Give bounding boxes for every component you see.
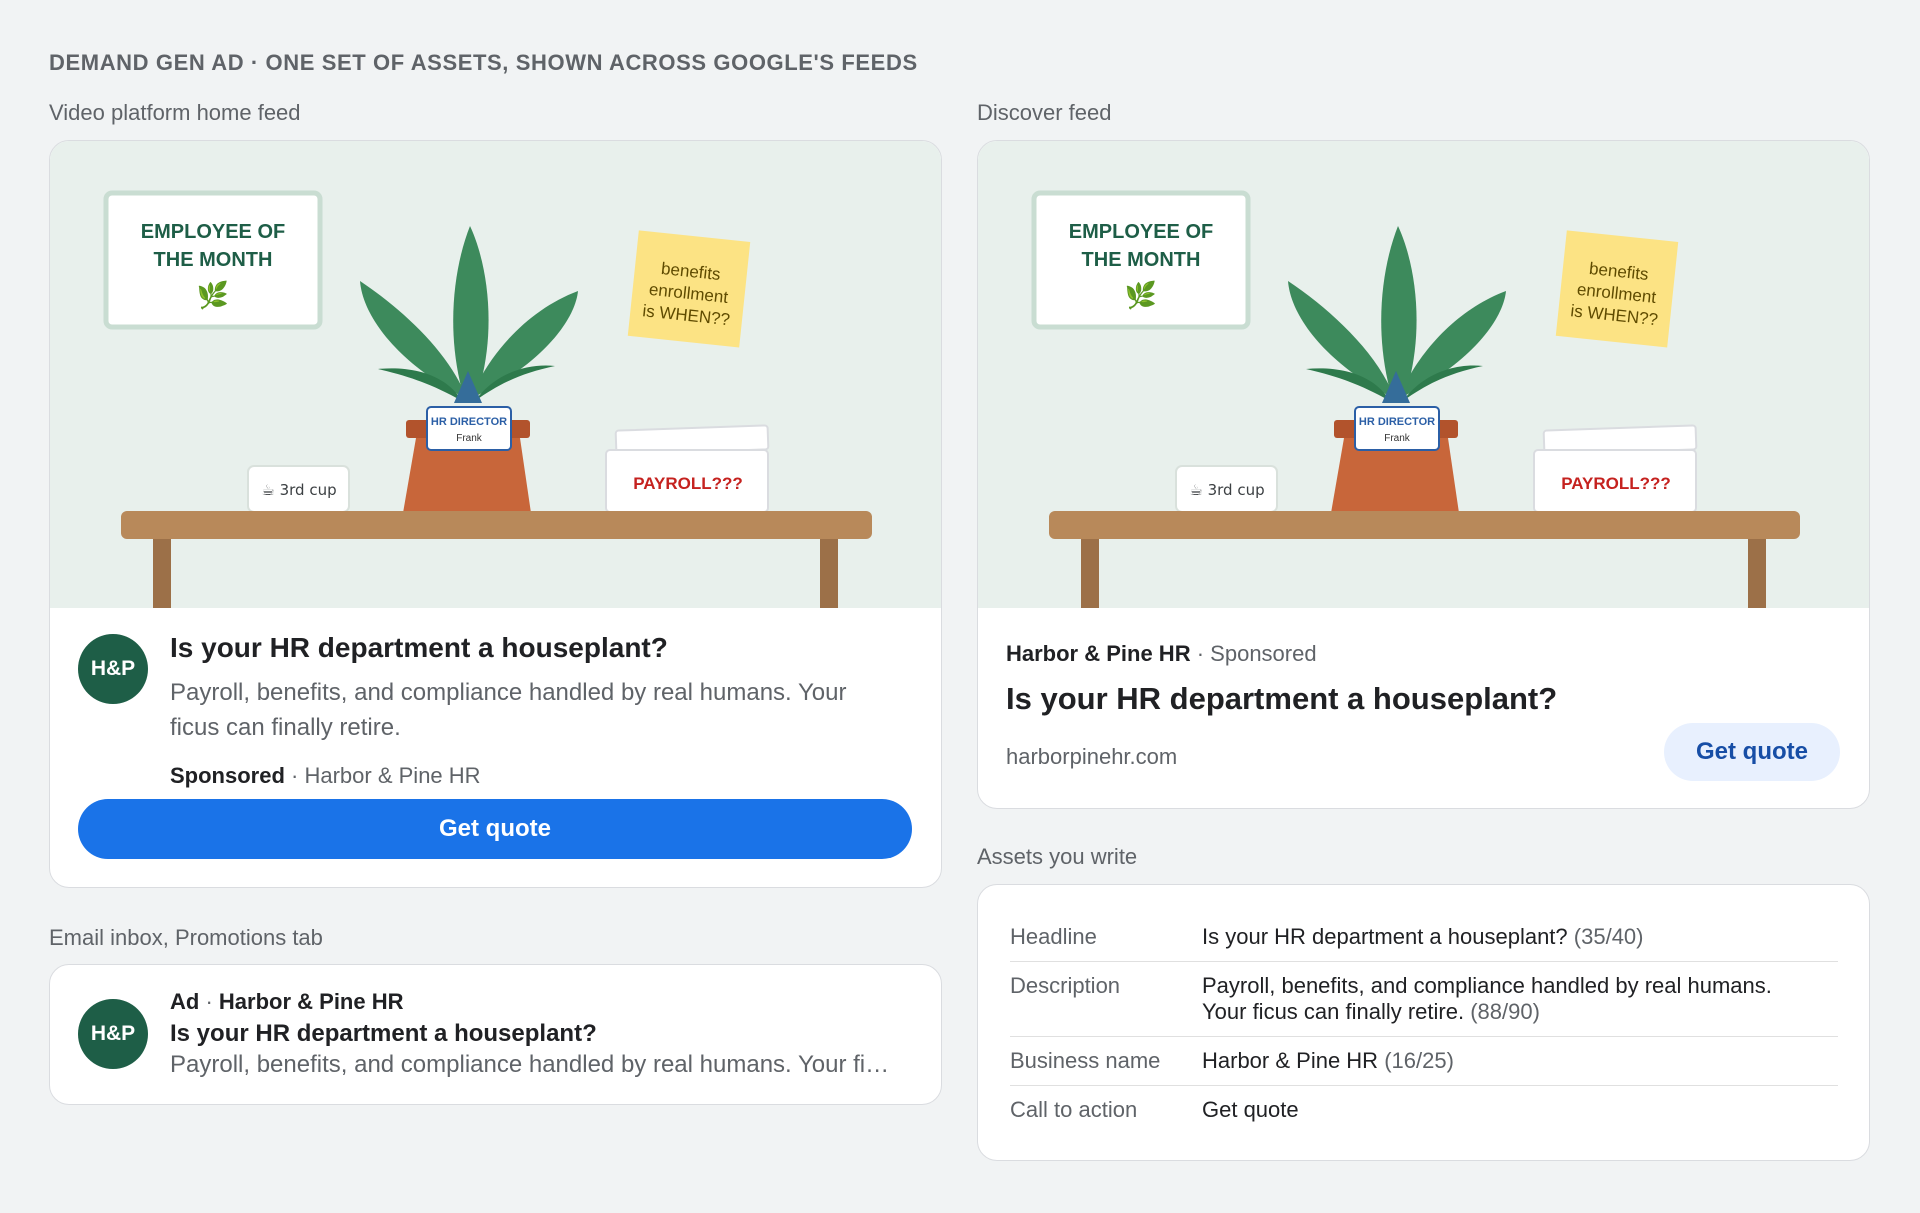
email-sender-line: Ad · Harbor & Pine HR xyxy=(170,989,404,1015)
row-divider xyxy=(1010,1085,1838,1086)
meta-separator: · xyxy=(1196,641,1205,666)
ad-description: Payroll, benefits, and compliance handle… xyxy=(170,679,847,741)
get-quote-button[interactable]: Get quote xyxy=(78,799,912,859)
badge-name: Frank xyxy=(456,433,483,444)
asset-key: Description xyxy=(1010,973,1121,998)
ad-illustration: EMPLOYEE OF THE MONTH 🌿 benefits enrollm… xyxy=(50,141,941,608)
asset-value: Is your HR department a houseplant? (35/… xyxy=(1202,924,1822,950)
asset-char-count: (35/40) xyxy=(1573,924,1644,949)
employee-frame: EMPLOYEE OF THE MONTH 🌿 xyxy=(103,190,323,330)
advertiser-logo: H&P xyxy=(78,634,148,704)
asset-key: Business name xyxy=(1010,1048,1161,1073)
email-ad-card[interactable]: H&P Ad · Harbor & Pine HR Is your HR dep… xyxy=(49,964,942,1105)
asset-key: Headline xyxy=(1010,924,1097,949)
advertiser-logo: H&P xyxy=(78,999,148,1069)
hr-director-badge: HR DIRECTOR Frank xyxy=(426,406,512,451)
asset-value: Harbor & Pine HR (16/25) xyxy=(1202,1048,1822,1074)
ad-headline[interactable]: Is your HR department a houseplant? xyxy=(170,632,668,664)
leaf-icon: 🌿 xyxy=(1125,280,1157,311)
asset-value-text: Is your HR department a houseplant? xyxy=(1202,924,1568,949)
video-feed-ad-card[interactable]: EMPLOYEE OF THE MONTH 🌿 benefits enrollm… xyxy=(49,140,942,888)
frame-text-2: THE MONTH xyxy=(154,249,273,271)
asset-key: Call to action xyxy=(1010,1097,1138,1122)
frame-text-2: THE MONTH xyxy=(1082,249,1201,271)
business-name: Harbor & Pine HR xyxy=(304,763,481,788)
discover-ad-card[interactable]: EMPLOYEE OF THE MONTH 🌿 benefits enrollm… xyxy=(977,140,1870,809)
asset-value-text: Get quote xyxy=(1202,1097,1299,1122)
frame-text-1: EMPLOYEE OF xyxy=(1069,221,1213,243)
hr-director-badge: HR DIRECTOR Frank xyxy=(1354,406,1440,451)
sponsored-label: Sponsored xyxy=(1210,641,1317,666)
asset-value: Get quote xyxy=(1202,1097,1822,1123)
coffee-mug-card: ☕ 3rd cup xyxy=(1175,465,1278,513)
section-label-discover: Discover feed xyxy=(977,100,1112,125)
badge-title: HR DIRECTOR xyxy=(1359,416,1435,428)
payroll-tray: PAYROLL??? xyxy=(605,424,770,513)
frame-text-1: EMPLOYEE OF xyxy=(141,221,285,243)
leaf-icon: 🌿 xyxy=(197,280,229,311)
asset-char-count: (88/90) xyxy=(1470,999,1540,1024)
mug-label: ☕ 3rd cup xyxy=(1189,481,1264,499)
payroll-text: PAYROLL??? xyxy=(633,474,743,493)
asset-value-text: Harbor & Pine HR xyxy=(1202,1048,1379,1073)
assets-table: Headline Is your HR department a housepl… xyxy=(977,884,1870,1161)
section-label-video: Video platform home feed xyxy=(49,100,301,125)
row-divider xyxy=(1010,961,1838,962)
sticky-note: benefits enrollment is WHEN?? xyxy=(627,230,751,348)
section-label-email: Email inbox, Promotions tab xyxy=(49,925,323,950)
row-divider xyxy=(1010,1036,1838,1037)
payroll-tray: PAYROLL??? xyxy=(1533,424,1698,513)
mug-label: ☕ 3rd cup xyxy=(261,481,336,499)
meta-separator: · xyxy=(205,989,213,1014)
email-subject[interactable]: Is your HR department a houseplant? xyxy=(170,1020,597,1048)
business-name: Harbor & Pine HR xyxy=(1006,641,1191,666)
ad-meta: Sponsored · Harbor & Pine HR xyxy=(170,763,481,789)
badge-name: Frank xyxy=(1384,433,1411,444)
sponsored-label: Sponsored xyxy=(170,763,285,788)
business-name: Harbor & Pine HR xyxy=(218,989,404,1014)
employee-frame: EMPLOYEE OF THE MONTH 🌿 xyxy=(1031,190,1251,330)
page-title: DEMAND GEN AD · ONE SET OF ASSETS, SHOWN… xyxy=(49,50,918,75)
ad-illustration: EMPLOYEE OF THE MONTH 🌿 benefits enrollm… xyxy=(978,141,1869,608)
sticky-note: benefits enrollment is WHEN?? xyxy=(1555,230,1679,348)
get-quote-button[interactable]: Get quote xyxy=(1664,723,1840,781)
asset-char-count: (16/25) xyxy=(1384,1048,1454,1073)
ad-label: Ad xyxy=(170,989,200,1014)
discover-advertiser-line: Harbor & Pine HR · Sponsored xyxy=(1006,641,1317,667)
meta-separator: · xyxy=(291,763,299,788)
coffee-mug-card: ☕ 3rd cup xyxy=(247,465,350,513)
ad-domain[interactable]: harborpinehr.com xyxy=(1006,744,1177,770)
badge-title: HR DIRECTOR xyxy=(431,416,507,428)
asset-value: Payroll, benefits, and compliance handle… xyxy=(1202,973,1822,1025)
email-preview: Payroll, benefits, and compliance handle… xyxy=(170,1051,900,1078)
payroll-text: PAYROLL??? xyxy=(1561,474,1671,493)
ad-headline[interactable]: Is your HR department a houseplant? xyxy=(1006,681,1557,717)
section-label-assets: Assets you write xyxy=(977,844,1138,869)
